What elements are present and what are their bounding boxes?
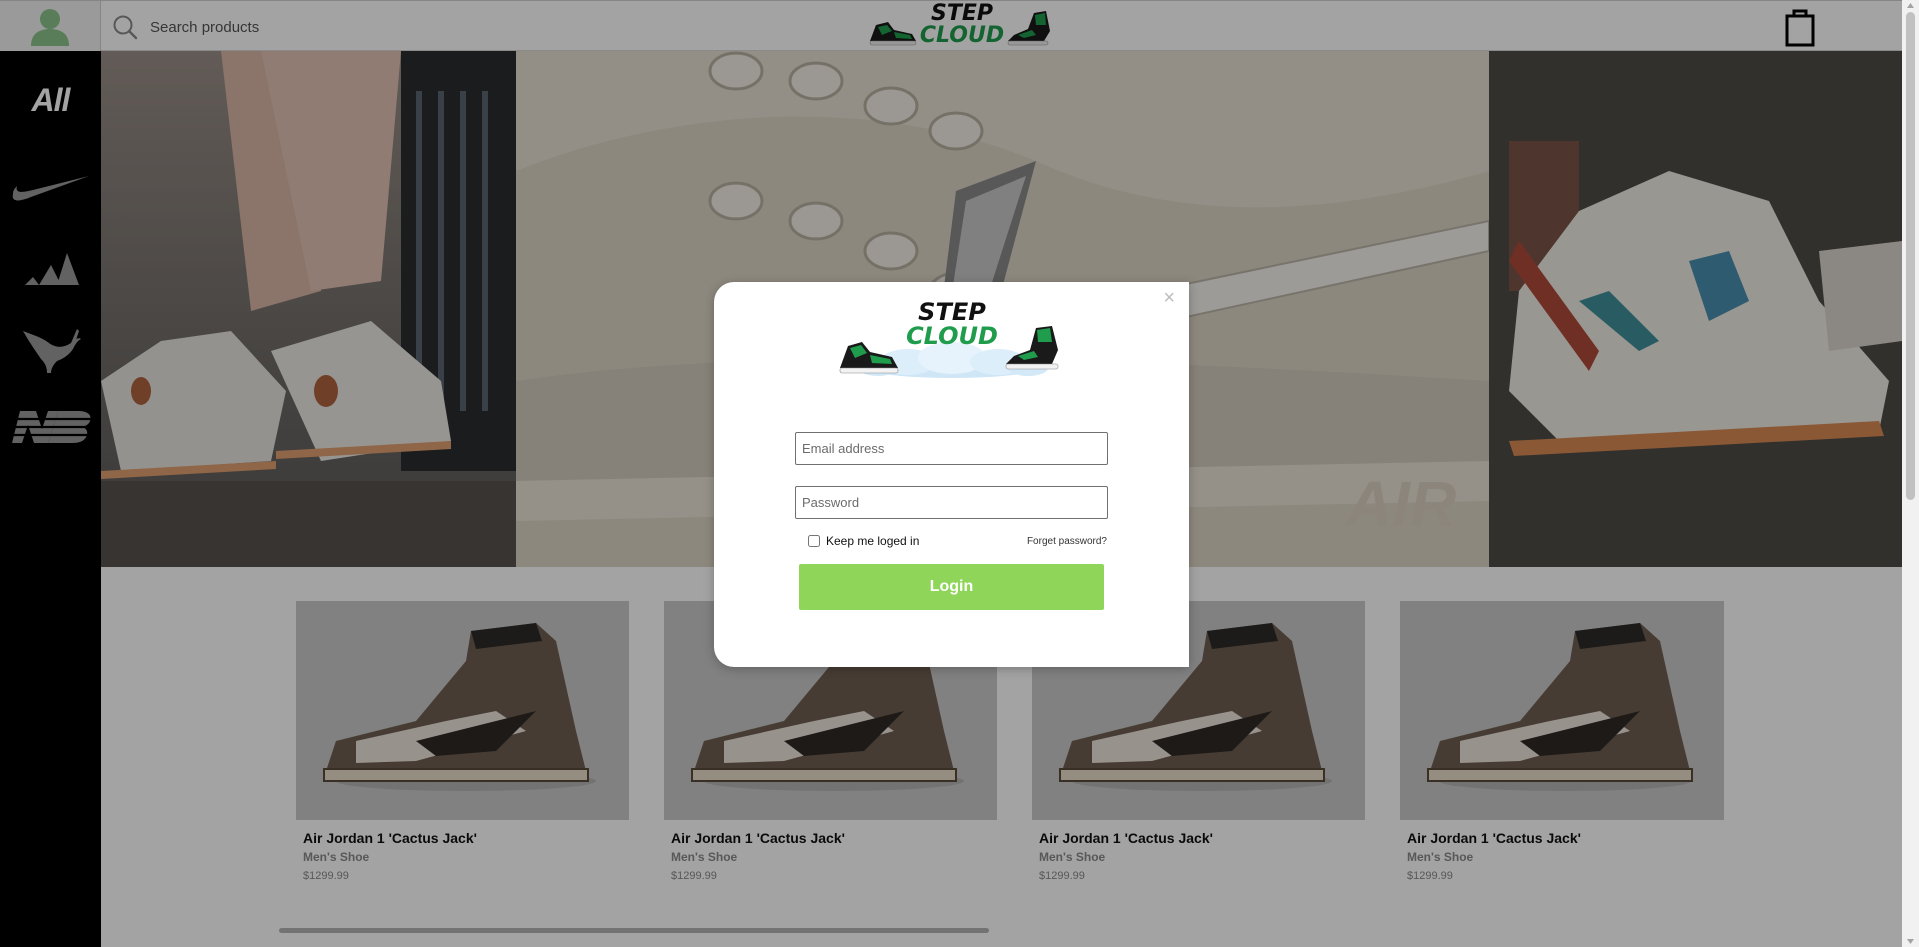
scroll-up-arrow-icon[interactable] bbox=[1906, 2, 1915, 10]
remember-me-label: Keep me loged in bbox=[826, 534, 920, 548]
modal-brand-line-2: CLOUD bbox=[906, 322, 998, 350]
modal-brand-line-1: STEP bbox=[918, 298, 986, 326]
login-button[interactable]: Login bbox=[799, 564, 1104, 610]
remember-me-checkbox[interactable] bbox=[808, 535, 820, 547]
remember-me-option[interactable]: Keep me loged in bbox=[808, 534, 919, 548]
close-button[interactable]: × bbox=[1163, 288, 1175, 308]
modal-brand-logo: STEP CLOUD bbox=[838, 300, 1066, 384]
email-field[interactable] bbox=[795, 432, 1108, 465]
forgot-password-link[interactable]: Forget password? bbox=[1027, 536, 1107, 547]
page-scrollbar-thumb[interactable] bbox=[1906, 12, 1915, 500]
scroll-down-arrow-icon[interactable] bbox=[1906, 937, 1915, 945]
sneaker-left-icon bbox=[839, 342, 899, 374]
login-modal: × STEP CLOUD Email address Keep me loged… bbox=[714, 282, 1189, 667]
password-field[interactable] bbox=[795, 486, 1108, 519]
sneaker-right-icon bbox=[1005, 326, 1059, 370]
